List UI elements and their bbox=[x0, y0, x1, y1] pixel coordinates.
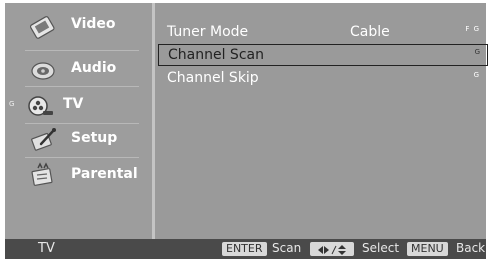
divider bbox=[25, 86, 139, 87]
option-label: Channel Skip bbox=[167, 70, 259, 86]
sidebar-item-audio[interactable]: Audio bbox=[5, 53, 152, 86]
option-label: Channel Scan bbox=[168, 47, 264, 63]
option-label: Tuner Mode bbox=[167, 24, 249, 40]
tv-icon bbox=[27, 92, 55, 120]
enter-key[interactable]: ENTER bbox=[222, 242, 267, 256]
sidebar-item-setup[interactable]: Setup bbox=[5, 123, 152, 156]
arrows-icon bbox=[318, 245, 346, 255]
tv-settings-screen: Video Audio G TV Setup Parental Tuner Mo… bbox=[0, 0, 491, 262]
option-value: Cable bbox=[350, 24, 390, 40]
sidebar-item-tv[interactable]: TV bbox=[5, 89, 152, 122]
option-marker: G bbox=[473, 71, 480, 79]
parental-icon bbox=[29, 162, 57, 190]
navigation-arrows[interactable] bbox=[310, 242, 354, 256]
options-panel: Tuner Mode Cable F G Channel Scan G Chan… bbox=[155, 3, 488, 239]
option-channel-skip[interactable]: Channel Skip G bbox=[155, 68, 486, 90]
divider bbox=[25, 157, 139, 158]
divider bbox=[25, 50, 139, 51]
help-bar: TV ENTER Scan Select MENU Back bbox=[5, 239, 486, 259]
sidebar: Video Audio G TV Setup Parental bbox=[5, 3, 152, 239]
option-tuner-mode[interactable]: Tuner Mode Cable F G bbox=[155, 22, 486, 44]
option-marker: G bbox=[474, 48, 481, 56]
sidebar-item-label: TV bbox=[63, 96, 84, 112]
menu-key[interactable]: MENU bbox=[407, 242, 448, 256]
option-marker: F G bbox=[465, 25, 480, 33]
sidebar-item-label: Audio bbox=[71, 60, 117, 76]
sidebar-item-label: Parental bbox=[71, 166, 138, 182]
menu-action-label: Back bbox=[456, 241, 486, 255]
enter-action-label: Scan bbox=[272, 241, 302, 255]
menu-frame: Video Audio G TV Setup Parental Tuner Mo… bbox=[5, 3, 488, 239]
sidebar-item-label: Video bbox=[71, 16, 116, 32]
select-action-label: Select bbox=[362, 241, 400, 255]
sidebar-item-parental[interactable]: Parental bbox=[5, 159, 152, 192]
setup-icon bbox=[29, 126, 57, 154]
sidebar-item-label: Setup bbox=[71, 130, 118, 146]
option-channel-scan[interactable]: Channel Scan G bbox=[158, 44, 488, 66]
audio-icon bbox=[29, 56, 57, 84]
video-icon bbox=[29, 12, 57, 40]
help-bar-title: TV bbox=[38, 241, 55, 256]
sidebar-item-video[interactable]: Video bbox=[5, 9, 152, 42]
